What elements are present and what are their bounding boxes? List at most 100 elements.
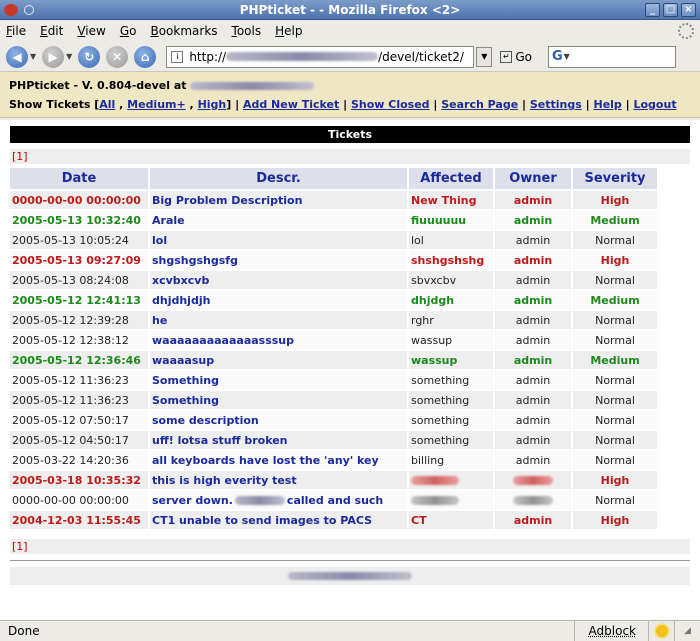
table-row[interactable]: 2005-05-12 12:36:46 waaaasup wassup admin Me… bbox=[10, 351, 657, 369]
ticket-date: 2005-05-13 08:24:08 bbox=[10, 271, 148, 289]
resize-grip-icon[interactable]: ◢ bbox=[674, 620, 700, 641]
ticket-affected: dhjdgh bbox=[409, 291, 493, 309]
table-row[interactable]: 2005-03-22 14:20:36 all keyboards have lo… bbox=[10, 451, 657, 469]
table-row[interactable]: 0000-00-00 00:00:00 Big Problem Descripti… bbox=[10, 191, 657, 209]
page-link-1[interactable]: [1] bbox=[12, 150, 28, 163]
show-tickets-label: Show Tickets [ bbox=[9, 98, 100, 111]
forward-history-dropdown[interactable]: ▼ bbox=[66, 52, 72, 61]
column-header-affected[interactable]: Affected bbox=[409, 168, 493, 189]
reload-button[interactable]: ↻ bbox=[78, 45, 101, 68]
table-row[interactable]: 2005-05-13 10:05:24 lol lol admin Normal bbox=[10, 231, 657, 249]
show-closed-link[interactable]: Show Closed bbox=[351, 98, 430, 111]
filter-high-link[interactable]: High bbox=[198, 98, 227, 111]
ticket-descr-link[interactable]: lol bbox=[152, 234, 167, 247]
google-search-icon[interactable]: G bbox=[552, 49, 563, 64]
ticket-descr-link[interactable]: Something bbox=[152, 394, 219, 407]
footer-bar bbox=[10, 567, 690, 585]
table-row[interactable]: 2005-05-12 04:50:17 uff! lotsa stuff brok… bbox=[10, 431, 657, 449]
ticket-severity: Normal bbox=[573, 391, 657, 409]
column-header-severity[interactable]: Severity bbox=[573, 168, 657, 189]
table-row[interactable]: 2005-05-12 12:39:28 he rghr admin Normal bbox=[10, 311, 657, 329]
ticket-affected: something bbox=[409, 371, 493, 389]
menu-edit[interactable]: Edit bbox=[40, 24, 63, 38]
help-link[interactable]: Help bbox=[593, 98, 621, 111]
search-input[interactable]: G ▼ bbox=[547, 45, 676, 68]
back-history-dropdown[interactable]: ▼ bbox=[30, 52, 36, 61]
column-header-descr[interactable]: Descr. bbox=[150, 168, 407, 189]
menu-view[interactable]: View bbox=[77, 24, 105, 38]
redacted-footer-link[interactable] bbox=[288, 572, 412, 580]
ticket-descr-cell: Something bbox=[150, 371, 407, 389]
url-history-dropdown[interactable]: ▼ bbox=[476, 46, 493, 67]
menu-go[interactable]: Go bbox=[120, 24, 137, 38]
settings-link[interactable]: Settings bbox=[530, 98, 582, 111]
ticket-descr-link[interactable]: he bbox=[152, 314, 167, 327]
ticket-affected: shshgshshg bbox=[409, 251, 493, 269]
filter-all-link[interactable]: All bbox=[99, 98, 115, 111]
add-new-ticket-link[interactable]: Add New Ticket bbox=[243, 98, 339, 111]
ticket-descr-cell: CT1 unable to send images to PACS bbox=[150, 511, 407, 529]
ticket-owner: admin bbox=[495, 391, 571, 409]
ticket-date: 2005-05-13 10:32:40 bbox=[10, 211, 148, 229]
stop-button[interactable]: ✕ bbox=[106, 45, 129, 68]
table-row[interactable]: 2005-05-12 07:50:17 some description somet… bbox=[10, 411, 657, 429]
ticket-descr-cell: xcvbxcvb bbox=[150, 271, 407, 289]
redacted-server-link[interactable] bbox=[190, 82, 315, 90]
ticket-severity: High bbox=[573, 251, 657, 269]
ticket-descr-link[interactable]: this is high everity test bbox=[152, 474, 297, 487]
filter-medium-link[interactable]: Medium+ bbox=[127, 98, 186, 111]
close-button[interactable]: × bbox=[681, 2, 696, 17]
maximize-button[interactable]: □ bbox=[663, 2, 678, 17]
menu-tools[interactable]: Tools bbox=[232, 24, 262, 38]
menu-help[interactable]: Help bbox=[275, 24, 302, 38]
menu-file[interactable]: File bbox=[6, 24, 26, 38]
ticket-severity: Normal bbox=[573, 431, 657, 449]
logout-link[interactable]: Logout bbox=[633, 98, 676, 111]
ticket-descr-link[interactable]: waaaasup bbox=[152, 354, 214, 367]
home-button[interactable]: ⌂ bbox=[134, 45, 157, 68]
ticket-descr-link[interactable]: dhjdhjdjh bbox=[152, 294, 210, 307]
menu-bookmarks[interactable]: Bookmarks bbox=[150, 24, 217, 38]
ticket-descr-link[interactable]: Big Problem Description bbox=[152, 194, 302, 207]
ticket-affected: wassup bbox=[409, 351, 493, 369]
table-row[interactable]: 2005-03-18 10:35:32 this is high everity … bbox=[10, 471, 657, 489]
ticket-descr-link[interactable]: Arale bbox=[152, 214, 185, 227]
ticket-descr-link[interactable]: waaaaaaaaaaaaasssup bbox=[152, 334, 294, 347]
ticket-descr-cell: all keyboards have lost the 'any' key bbox=[150, 451, 407, 469]
table-row[interactable]: 2004-12-03 11:55:45 CT1 unable to send im… bbox=[10, 511, 657, 529]
arrow-right-icon: ▶ bbox=[48, 49, 58, 64]
back-button[interactable]: ◀ bbox=[6, 45, 28, 68]
search-engine-dropdown[interactable]: ▼ bbox=[564, 52, 570, 61]
ticket-affected: fiuuuuuu bbox=[409, 211, 493, 229]
page-link-1-bottom[interactable]: [1] bbox=[12, 540, 28, 553]
minimize-button[interactable]: _ bbox=[645, 2, 660, 17]
table-row[interactable]: 2005-05-12 11:36:23 Something something adm… bbox=[10, 391, 657, 409]
ticket-descr-link[interactable]: some description bbox=[152, 414, 259, 427]
table-row[interactable]: 2005-05-12 12:41:13 dhjdhjdjh dhjdgh admin M… bbox=[10, 291, 657, 309]
ticket-descr-link[interactable]: xcvbxcvb bbox=[152, 274, 209, 287]
ticket-severity: High bbox=[573, 511, 657, 529]
go-button[interactable]: ↵ Go bbox=[500, 50, 532, 64]
ticket-descr-link[interactable]: uff! lotsa stuff broken bbox=[152, 434, 288, 447]
firefox-icon[interactable] bbox=[4, 3, 18, 16]
ticket-descr-link[interactable]: CT1 unable to send images to PACS bbox=[152, 514, 372, 527]
table-row[interactable]: 2005-05-13 10:32:40 Arale fiuuuuuu admin Med… bbox=[10, 211, 657, 229]
table-row[interactable]: 2005-05-13 09:27:09 shgshgshgsfg shshgshsh… bbox=[10, 251, 657, 269]
forward-button[interactable]: ▶ bbox=[42, 45, 65, 68]
ticket-descr-link[interactable]: Something bbox=[152, 374, 219, 387]
table-row[interactable]: 2005-05-12 12:38:12 waaaaaaaaaaaaasssup wa… bbox=[10, 331, 657, 349]
ticket-descr-link[interactable]: server down. bbox=[152, 494, 233, 507]
adblock-button[interactable]: Adblock bbox=[573, 620, 648, 641]
table-row[interactable]: 2005-05-13 08:24:08 xcvbxcvb sbvxcbv admin N… bbox=[10, 271, 657, 289]
table-row[interactable]: 2005-05-12 11:36:23 Something something adm… bbox=[10, 371, 657, 389]
url-bar[interactable]: i http:// /devel/ticket2/ bbox=[166, 45, 475, 68]
pin-icon[interactable] bbox=[24, 4, 34, 15]
table-row[interactable]: 0000-00-00 00:00:00 server down. called an… bbox=[10, 491, 657, 509]
table-header-row: Date Descr. Affected Owner Severity bbox=[10, 168, 657, 189]
search-page-link[interactable]: Search Page bbox=[441, 98, 518, 111]
ticket-descr-link[interactable]: all keyboards have lost the 'any' key bbox=[152, 454, 379, 467]
column-header-owner[interactable]: Owner bbox=[495, 168, 571, 189]
column-header-date[interactable]: Date bbox=[10, 168, 148, 189]
weather-sun-icon[interactable] bbox=[648, 620, 674, 641]
ticket-descr-link[interactable]: shgshgshgsfg bbox=[152, 254, 238, 267]
